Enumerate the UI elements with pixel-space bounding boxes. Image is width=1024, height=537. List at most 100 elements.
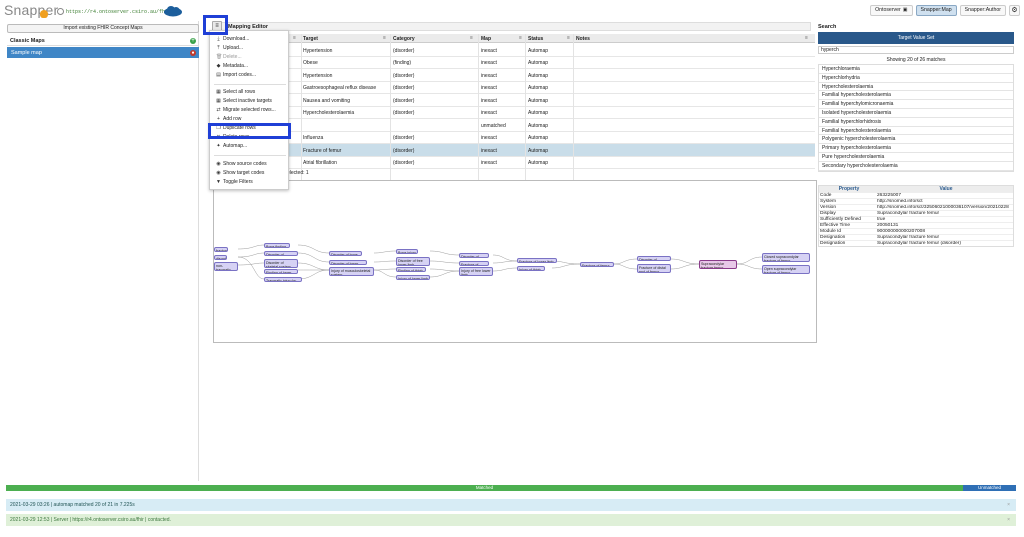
cell-map[interactable]: inexact [481, 73, 497, 79]
add-map-icon[interactable]: + [190, 38, 196, 44]
graph-node[interactable]: non-traumatic order [214, 262, 238, 271]
cell-target[interactable]: Atrial fibrillation [303, 160, 337, 166]
list-item[interactable]: Hyperchloraemia [819, 65, 1013, 74]
delete-map-icon[interactable]: ● [190, 49, 196, 56]
cell-target[interactable]: Gastroesophageal reflux disease [303, 85, 376, 91]
column-notes[interactable]: Notes [576, 36, 590, 42]
ontoserver-button[interactable]: Ontoserver ▣ [870, 5, 913, 16]
table-row[interactable]: Influenza (disorder) inexact Automap [213, 132, 815, 144]
column-menu-icon[interactable]: ≡ [519, 35, 522, 41]
menu-show-target[interactable]: ◉ Show target codes [216, 170, 264, 176]
graph-node[interactable]: Injury of lower limb [396, 275, 430, 280]
map-item-sample[interactable]: Sample map ● [7, 47, 199, 58]
graph-node[interactable]: Disorder of free lower limb [396, 257, 430, 266]
cell-status[interactable]: Automap [528, 110, 548, 116]
matched-bar[interactable]: Matched [6, 485, 963, 491]
graph-node[interactable]: Finding of thigh [396, 267, 426, 272]
menu-upload[interactable]: ⤒ Upload... [216, 45, 243, 51]
menu-show-source[interactable]: ◉ Show source codes [216, 161, 266, 167]
close-icon[interactable]: × [1007, 514, 1010, 526]
menu-automap[interactable]: ✦ Automap... [216, 143, 247, 149]
cell-map[interactable]: inexact [481, 135, 497, 141]
cell-map[interactable]: unmatched [481, 123, 506, 129]
table-row[interactable]: Hypercholesterolaemia (disorder) inexact… [213, 107, 815, 119]
cell-status[interactable]: Automap [528, 123, 548, 129]
graph-node[interactable]: Closed supracondylar fracture of femur [762, 253, 810, 262]
menu-add-row[interactable]: + Add row [216, 116, 241, 122]
column-menu-icon[interactable]: ≡ [383, 35, 386, 41]
column-menu-icon[interactable]: ≡ [567, 35, 570, 41]
cell-status[interactable]: Automap [528, 160, 548, 166]
graph-node[interactable]: Disorder of bone [329, 251, 362, 256]
menu-delete[interactable]: 🗑 Delete... [216, 54, 242, 60]
settings-gear-icon[interactable]: ⚙ [1009, 5, 1020, 16]
table-row[interactable]: Hypertension (disorder) inexact Automap [213, 69, 815, 82]
list-item[interactable]: Familial hyperchlorhidrosis [819, 118, 1013, 127]
cell-target[interactable]: Hypercholesterolaemia [303, 110, 354, 116]
cell-map[interactable]: inexact [481, 60, 497, 66]
menu-download[interactable]: ⤓ Download... [216, 36, 249, 42]
graph-node[interactable]: Fracture of femur [580, 262, 614, 267]
column-status[interactable]: Status [528, 36, 543, 42]
graph-node[interactable]: Disorder of skeletal system [264, 259, 298, 268]
list-item[interactable]: Hypercholesterolaemia [819, 83, 1013, 92]
cell-map[interactable]: inexact [481, 48, 497, 54]
list-item[interactable]: Pure hypercholesterolaemia [819, 153, 1013, 162]
cell-map[interactable]: inexact [481, 85, 497, 91]
cell-status[interactable]: Automap [528, 60, 548, 66]
list-item[interactable]: Polygenic hypercholesterolaemia [819, 135, 1013, 145]
list-item[interactable]: Primary hypercholesterolaemia [819, 144, 1013, 153]
table-row[interactable]: Gastroesophageal reflux disease (disorde… [213, 82, 815, 94]
graph-node[interactable]: Injury of thigh [517, 266, 545, 271]
graph-node[interactable]: Bone finding [264, 243, 290, 248]
cell-status[interactable]: Automap [528, 135, 548, 141]
snapper-map-button[interactable]: Snapper:Map [915, 5, 957, 16]
list-item[interactable]: Hyperchlorhydria [819, 74, 1013, 83]
cell-target[interactable]: Obese [303, 60, 318, 66]
table-row[interactable]: Obese (finding) inexact Automap [213, 57, 815, 69]
column-target[interactable]: Target [303, 36, 318, 42]
table-row-selected[interactable]: Fracture of femur (disorder) inexact Aut… [213, 144, 815, 157]
target-value-set-button[interactable]: Target Value Set [818, 32, 1014, 44]
menu-metadata[interactable]: ◆ Metadata... [216, 63, 248, 69]
graph-node[interactable]: Open supracondylar fracture of femur [762, 265, 810, 274]
cell-map[interactable]: inexact [481, 98, 497, 104]
table-row[interactable]: Nausea and vomiting (disorder) inexact A… [213, 94, 815, 107]
unmatched-bar[interactable]: Unmatched [963, 485, 1016, 491]
graph-node[interactable]: Disorder of thigh [459, 253, 489, 258]
list-item[interactable]: Secondary hypercholesterolaemia [819, 162, 1013, 171]
menu-toggle-filters[interactable]: ▼ Toggle Filters [216, 179, 253, 185]
graph-node[interactable]: fracture [214, 247, 228, 252]
search-input[interactable]: hyperch [818, 46, 1014, 54]
cell-target[interactable]: Influenza [303, 135, 323, 141]
cell-map[interactable]: inexact [481, 160, 497, 166]
column-menu-icon[interactable]: ≡ [805, 35, 808, 41]
cell-status[interactable]: Automap [528, 73, 548, 79]
close-icon[interactable]: × [1007, 499, 1010, 511]
table-row[interactable]: Hypertension (disorder) inexact Automap [213, 44, 815, 57]
cell-target[interactable]: Hypertension [303, 73, 332, 79]
graph-node[interactable]: Disorder of lower limb [329, 260, 367, 265]
table-row[interactable]: Atrial fibrillation (disorder) inexact A… [213, 157, 815, 169]
graph-node[interactable]: disorder [214, 255, 227, 260]
cell-target[interactable]: Fracture of femur [303, 148, 341, 154]
graph-node[interactable]: Bone injury [396, 249, 418, 254]
cell-status[interactable]: Automap [528, 48, 548, 54]
graph-node[interactable]: Disorder of extremity [264, 251, 298, 256]
table-row[interactable]: unmatched Automap [213, 119, 815, 132]
graph-node[interactable]: Fracture of bone [459, 261, 489, 266]
import-fhir-maps-button[interactable]: Import existing FHIR Concept Maps [7, 24, 199, 33]
menu-import-codes[interactable]: ▤ Import codes... [216, 72, 256, 78]
graph-node[interactable]: Disorder of diaphysis [637, 256, 671, 261]
graph-node[interactable]: Traumatic injury by site [264, 277, 302, 282]
cell-status[interactable]: Automap [528, 85, 548, 91]
graph-node[interactable]: Fracture of lower limb [517, 258, 557, 263]
column-menu-icon[interactable]: ≡ [293, 35, 296, 41]
concept-hierarchy-graph[interactable]: fracture disorder non-traumatic order Bo… [213, 180, 817, 343]
list-item[interactable]: Isolated hypercholesterolaemia [819, 109, 1013, 118]
cell-map[interactable]: inexact [481, 148, 497, 154]
cell-target[interactable]: Nausea and vomiting [303, 98, 350, 104]
graph-node[interactable]: Finding of lower limb [264, 269, 298, 274]
column-category[interactable]: Category [393, 36, 415, 42]
graph-node-target[interactable]: Supracondylar fracture femur [699, 260, 737, 269]
